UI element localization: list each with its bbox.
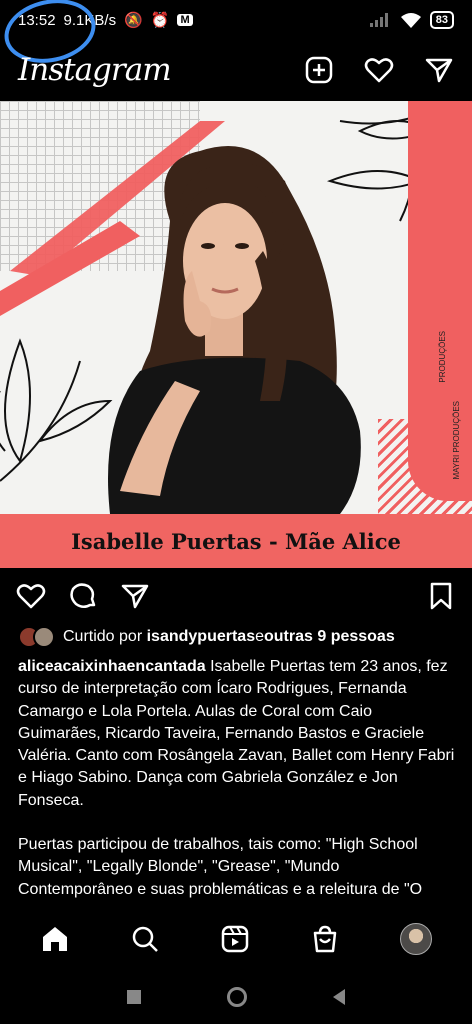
instagram-logo[interactable]: Instagram — [18, 52, 172, 88]
post-caption: aliceacaixinhaencantada Isabelle Puertas… — [18, 656, 458, 901]
app-header: Instagram — [0, 40, 472, 100]
post-actions — [0, 576, 472, 616]
likes-summary[interactable]: Curtido por isandypuertas e outras 9 pes… — [18, 626, 395, 648]
wifi-icon — [400, 13, 421, 28]
status-time: 13:52 — [18, 11, 56, 29]
caption-text-2: Puertas participou de trabalhos, tais co… — [18, 836, 423, 898]
likes-prefix: Curtido por — [63, 628, 143, 645]
likes-others[interactable]: outras 9 pessoas — [264, 628, 395, 646]
share-icon[interactable] — [120, 581, 150, 611]
battery-indicator: 83 — [429, 11, 454, 29]
portrait-photo — [108, 146, 361, 514]
mute-alarm-icon: 🔕 — [124, 12, 143, 29]
avatar — [33, 626, 55, 648]
back-icon[interactable] — [333, 989, 345, 1005]
image-caption-text: Isabelle Puertas - Mãe Alice — [71, 528, 401, 554]
caption-author[interactable]: aliceacaixinhaencantada — [18, 658, 206, 675]
home-icon[interactable] — [40, 924, 70, 954]
like-heart-icon[interactable] — [16, 581, 46, 611]
new-post-icon[interactable] — [304, 55, 334, 85]
alarm-icon: ⏰ — [150, 12, 170, 29]
mail-icon: M — [177, 14, 193, 26]
signal-icon — [369, 13, 388, 27]
search-icon[interactable] — [130, 924, 160, 954]
profile-avatar[interactable] — [400, 923, 432, 955]
likes-user[interactable]: isandypuertas — [147, 628, 255, 646]
direct-message-icon[interactable] — [424, 55, 454, 85]
shop-icon[interactable] — [310, 924, 340, 954]
heart-activity-icon[interactable] — [364, 55, 394, 85]
status-bar: 13:52 9.1KB/s 🔕 ⏰ M 83 — [0, 0, 472, 40]
recent-apps-icon[interactable] — [127, 990, 141, 1004]
reels-icon[interactable] — [220, 924, 250, 954]
system-navigation-bar — [0, 970, 472, 1024]
comment-icon[interactable] — [68, 581, 98, 611]
bottom-navigation — [0, 908, 472, 970]
network-speed: 9.1KB/s — [63, 11, 117, 29]
home-system-icon[interactable] — [227, 987, 247, 1007]
bookmark-icon[interactable] — [426, 581, 456, 611]
liker-avatars — [18, 626, 55, 648]
post-image[interactable]: PRODUÇÕES MAYRI PRODUÇÕES Isabelle Puert… — [0, 101, 472, 568]
caption-text-1: Isabelle Puertas tem 23 anos, fez curso … — [18, 658, 455, 809]
likes-mid: e — [255, 628, 264, 645]
